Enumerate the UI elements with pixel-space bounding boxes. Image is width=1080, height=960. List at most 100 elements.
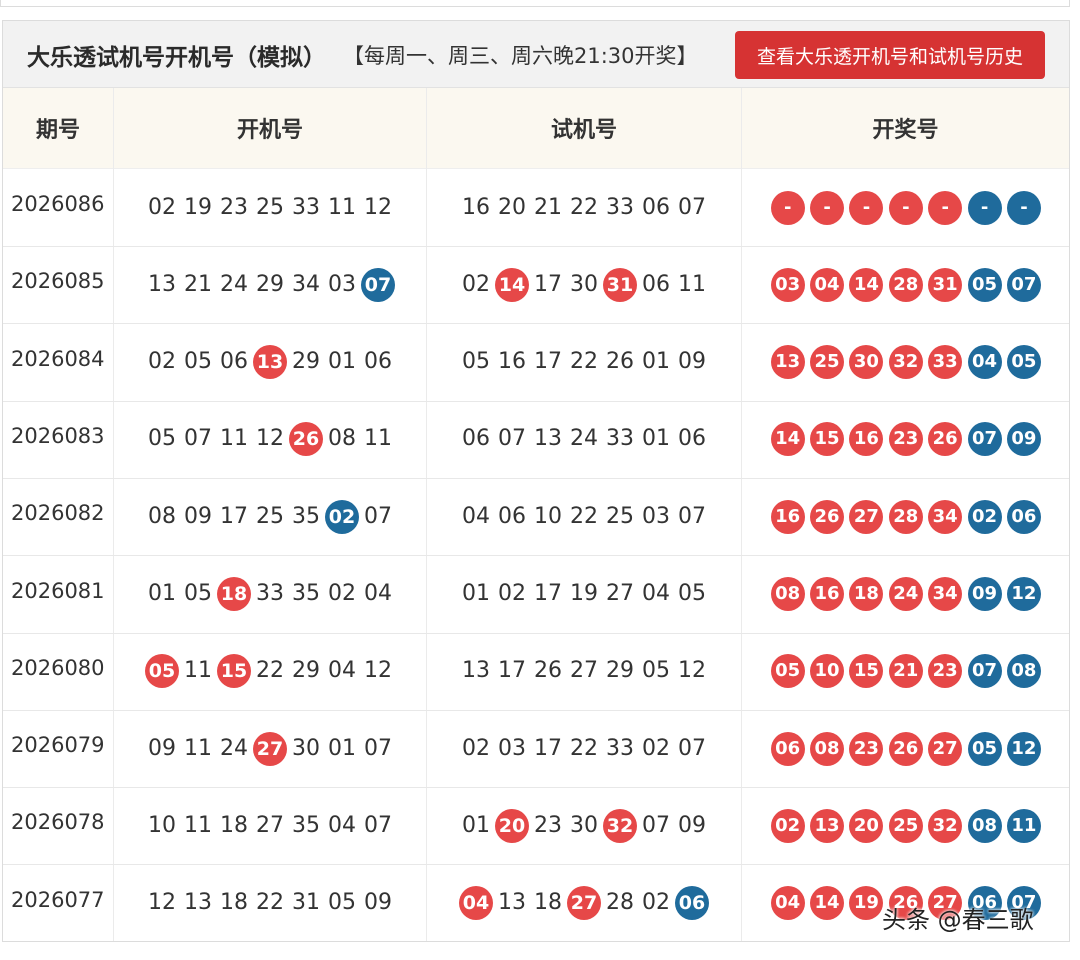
- shiji-numbers: 02 14 17 30 31 06 11: [427, 246, 741, 323]
- period-number: 2026081: [11, 578, 105, 603]
- shiji-number: 33: [606, 735, 634, 761]
- shiji-number: 28: [606, 890, 634, 916]
- kaiji-number: 30: [292, 735, 320, 761]
- front-zone-ball: 19: [849, 886, 884, 921]
- shiji-number: 07: [678, 194, 706, 220]
- kaiji-numbers: 08 09 17 25 35 02 07: [114, 478, 426, 555]
- shiji-number: 22: [570, 503, 598, 529]
- front-zone-ball: 13: [810, 808, 845, 843]
- shiji-number: 30: [570, 812, 598, 838]
- front-zone-ball: 06: [770, 731, 805, 766]
- front-zone-ball: 24: [888, 577, 923, 611]
- shiji-matched-number: 31: [603, 267, 637, 302]
- kaiji-numbers: 05 07 11 12 26 08 11: [114, 401, 426, 478]
- kaiji-number: 07: [364, 812, 392, 838]
- shiji-number: 07: [642, 812, 670, 838]
- front-zone-ball: 18: [849, 577, 884, 611]
- table-row: 2026081 01 05 18 33 35 02 04 01 02 17 19 27 04 05 08 16 1…: [3, 556, 1069, 634]
- kaiji-number: 25: [256, 503, 284, 529]
- kaiji-number: 11: [184, 735, 212, 761]
- back-zone-ball: 05: [1006, 345, 1041, 380]
- kaiji-numbers: 09 11 24 27 30 01 07: [114, 710, 426, 787]
- panel-header: 大乐透试机号开机号（模拟） 【每周一、周三、周六晚21:30开奖】 查看大乐透开…: [3, 21, 1069, 88]
- front-zone-ball: 31: [928, 267, 963, 302]
- front-zone-ball: 08: [810, 731, 845, 766]
- table-row: 2026082 08 09 17 25 35 02 07 04 06 10 22 25 03 07 16 26 2…: [3, 478, 1069, 557]
- kaiji-number: 11: [364, 426, 392, 452]
- kaijiang-balls: 08 16 18 24 34 09 12: [768, 556, 1069, 633]
- kaiji-number: 17: [220, 503, 248, 529]
- kaiji-numbers: 02 19 23 25 33 11 12: [114, 169, 426, 246]
- front-zone-ball: 34: [928, 499, 963, 534]
- shiji-number: 04: [462, 503, 490, 529]
- column-header-kaijiang: 开奖号: [872, 118, 939, 143]
- front-zone-ball: 14: [810, 886, 845, 921]
- kaiji-matched-number: 13: [253, 345, 287, 380]
- kaiji-number: 13: [184, 890, 212, 916]
- kaiji-number: 18: [220, 812, 248, 838]
- history-button[interactable]: 查看大乐透开机号和试机号历史: [735, 31, 1045, 79]
- kaiji-number: 08: [328, 426, 356, 452]
- kaiji-number: 11: [220, 426, 248, 452]
- kaiji-matched-number: 18: [217, 577, 251, 611]
- shiji-number: 01: [642, 426, 670, 452]
- front-zone-ball: 26: [888, 731, 923, 766]
- kaiji-number: 22: [256, 658, 284, 684]
- shiji-number: 01: [642, 349, 670, 375]
- shiji-number: 26: [606, 349, 634, 375]
- shiji-number: 05: [678, 581, 706, 606]
- front-zone-ball: 23: [928, 654, 963, 689]
- shiji-number: 02: [462, 271, 490, 297]
- previous-panel-edge: [0, 0, 1070, 7]
- shiji-number: 07: [678, 503, 706, 529]
- front-zone-ball: -: [928, 190, 963, 225]
- shiji-number: 25: [606, 503, 634, 529]
- shiji-number: 06: [678, 426, 706, 452]
- kaiji-matched-number: 05: [145, 654, 179, 689]
- column-header-shiji: 试机号: [550, 118, 617, 143]
- kaiji-number: 23: [220, 194, 248, 220]
- back-zone-ball: 12: [1006, 731, 1041, 766]
- kaiji-number: 12: [256, 426, 284, 452]
- kaiji-number: 29: [256, 271, 284, 297]
- shiji-number: 12: [678, 658, 706, 684]
- front-zone-ball: 15: [810, 422, 845, 457]
- front-zone-ball: 16: [770, 499, 805, 534]
- kaiji-number: 07: [184, 426, 212, 452]
- front-zone-ball: 27: [849, 499, 884, 534]
- shiji-number: 07: [498, 426, 526, 452]
- kaiji-number: 02: [148, 349, 176, 375]
- shiji-number: 33: [606, 426, 634, 452]
- kaiji-numbers: 02 05 06 13 29 01 06: [114, 324, 426, 401]
- kaiji-number: 03: [328, 271, 356, 297]
- kaijiang-balls: 14 15 16 23 26 07 09: [768, 401, 1069, 478]
- kaiji-number: 05: [184, 349, 212, 375]
- front-zone-ball: 08: [770, 577, 805, 611]
- table-row: 2026079 09 11 24 27 30 01 07 02 03 17 22 33 02 07 06 08 2…: [3, 710, 1069, 789]
- kaiji-number: 34: [292, 271, 320, 297]
- kaiji-number: 21: [184, 271, 212, 297]
- kaiji-number: 35: [292, 581, 320, 606]
- back-zone-ball: 09: [967, 577, 1002, 611]
- front-zone-ball: 26: [928, 422, 963, 457]
- shiji-number: 09: [678, 812, 706, 838]
- kaiji-number: 04: [328, 812, 356, 838]
- kaiji-number: 11: [328, 194, 356, 220]
- shiji-number: 22: [570, 194, 598, 220]
- back-zone-ball: 12: [1006, 577, 1041, 611]
- kaijiang-balls: 02 13 20 25 32 08 11: [768, 787, 1069, 864]
- front-zone-ball: -: [770, 190, 805, 225]
- back-zone-ball: 04: [967, 345, 1002, 380]
- kaiji-number: 12: [364, 658, 392, 684]
- kaiji-number: 35: [292, 503, 320, 529]
- back-zone-ball: 07: [967, 654, 1002, 689]
- front-zone-ball: 32: [888, 345, 923, 380]
- shiji-numbers: 01 20 23 30 32 07 09: [427, 787, 741, 864]
- shiji-number: 02: [462, 735, 490, 761]
- period-number: 2026079: [11, 733, 105, 758]
- kaiji-number: 07: [364, 735, 392, 761]
- shiji-number: 17: [534, 735, 562, 761]
- shiji-number: 17: [534, 271, 562, 297]
- shiji-numbers: 16 20 21 22 33 06 07: [427, 169, 741, 246]
- back-zone-ball: 05: [967, 731, 1002, 766]
